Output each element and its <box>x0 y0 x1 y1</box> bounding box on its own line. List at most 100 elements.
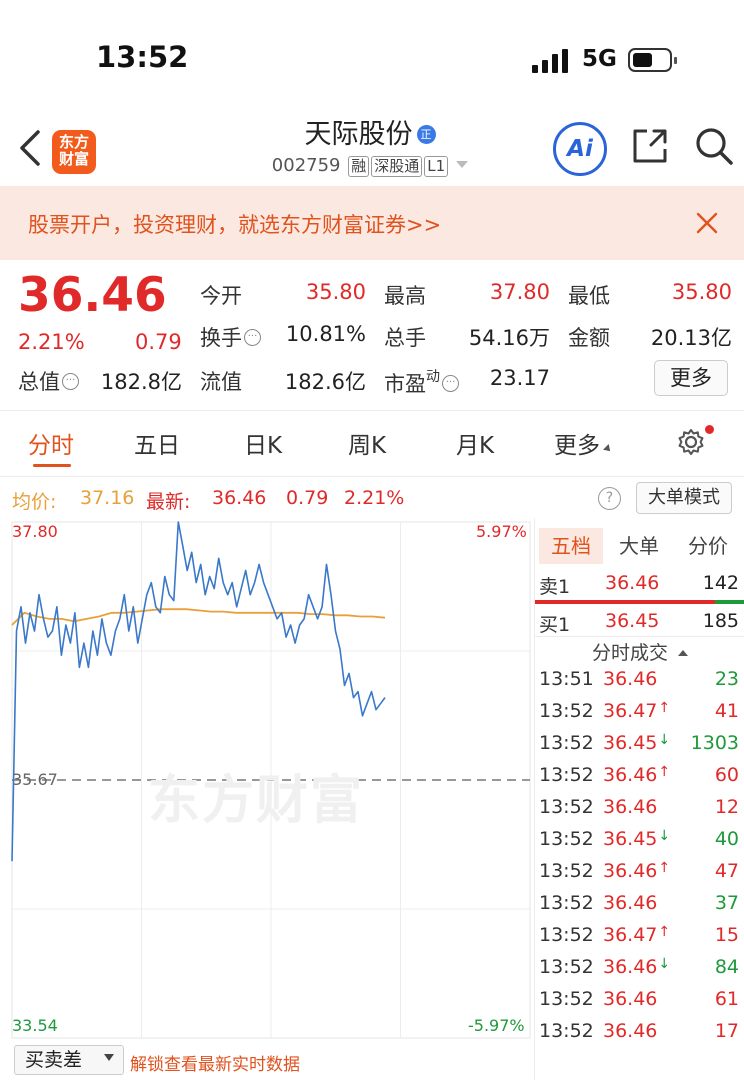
tab-big-order[interactable]: 大单 <box>607 528 671 564</box>
ai-button[interactable]: Ai <box>553 122 607 176</box>
more-button[interactable]: 更多 <box>654 360 728 396</box>
info-icon[interactable]: ··· <box>442 375 459 392</box>
bid-label: 买1 <box>539 614 571 636</box>
promo-banner[interactable]: 股票开户，投资理财，就选东方财富证券>> <box>0 186 744 260</box>
trade-volume: 23 <box>714 668 739 690</box>
divider <box>535 636 744 637</box>
latest-value: 36.46 <box>212 487 267 509</box>
volume-label: 总手 <box>384 326 426 350</box>
open-label: 今开 <box>200 284 242 308</box>
trade-volume: 1303 <box>690 732 739 754</box>
mktcap-label: 总值 ··· <box>18 366 79 396</box>
trade-price: 36.47 ↑ <box>603 700 671 722</box>
down-arrow-icon: ↓ <box>658 828 671 844</box>
connect-tag: 深股通 <box>371 156 423 177</box>
pe-value: 23.17 <box>489 366 550 390</box>
trade-volume: 61 <box>714 988 739 1010</box>
tab-monthly-k[interactable]: 月K <box>456 426 494 460</box>
unlock-link[interactable]: 解锁查看最新实时数据 <box>130 1050 300 1075</box>
tab-intraday[interactable]: 分时 <box>28 426 74 460</box>
trade-price: 36.46 <box>603 988 658 1010</box>
big-order-mode-button[interactable]: 大单模式 <box>636 482 732 514</box>
tab-five-day[interactable]: 五日 <box>134 426 180 460</box>
ask-price: 36.46 <box>605 572 660 594</box>
gear-icon[interactable] <box>676 427 706 457</box>
low-value: 35.80 <box>671 280 732 304</box>
caret-down-icon[interactable] <box>456 161 469 168</box>
trade-row: 13:52 36.46 61 <box>535 988 744 1020</box>
trade-price: 36.45 ↓ <box>603 732 671 754</box>
trade-price: 36.47 ↑ <box>603 924 671 946</box>
chart-legend: 均价: 37.16 最新: 36.46 0.79 2.21% <box>0 482 744 516</box>
chevron-left-icon[interactable] <box>18 128 42 168</box>
up-arrow-icon: ↑ <box>658 860 671 876</box>
notification-dot <box>705 425 714 434</box>
divider <box>0 476 744 477</box>
latest-label: 最新: <box>146 491 191 513</box>
help-icon[interactable]: ? <box>598 487 621 510</box>
tab-more[interactable]: 更多 <box>554 426 613 460</box>
trade-price: 36.46 <box>603 892 658 914</box>
trade-volume: 17 <box>714 1020 739 1042</box>
trade-price: 36.46 <box>603 796 658 818</box>
y-top-label: 37.80 <box>12 522 58 541</box>
tab-order-book[interactable]: 五档 <box>539 528 603 564</box>
banner-text[interactable]: 股票开户，投资理财，就选东方财富证券>> <box>28 209 441 239</box>
amount-label: 金额 <box>568 326 610 350</box>
trade-row: 13:52 36.46 ↑ 47 <box>535 860 744 892</box>
pct-top-label: 5.97% <box>476 522 527 541</box>
trade-time: 13:52 <box>539 1020 594 1042</box>
amount-value: 20.13亿 <box>650 326 732 350</box>
latest-change: 0.79 <box>286 487 329 509</box>
down-arrow-icon: ↓ <box>658 732 671 748</box>
y-mid-label: 35.67 <box>12 770 58 789</box>
info-icon[interactable]: ··· <box>62 373 79 390</box>
trade-row: 13:52 36.47 ↑ 41 <box>535 700 744 732</box>
bid-price: 36.45 <box>605 610 660 632</box>
status-time: 13:52 <box>96 40 189 74</box>
trade-volume: 15 <box>714 924 739 946</box>
trade-price: 36.46 <box>603 668 658 690</box>
brand-logo[interactable]: 东方 财富 <box>52 130 96 174</box>
trade-time: 13:51 <box>539 668 594 690</box>
tab-weekly-k[interactable]: 周K <box>348 426 386 460</box>
trade-volume: 84 <box>714 956 739 978</box>
trade-time: 13:52 <box>539 860 594 882</box>
up-arrow-icon: ↑ <box>658 924 671 940</box>
trade-time: 13:52 <box>539 764 594 786</box>
high-value: 37.80 <box>489 280 550 304</box>
stock-name: 天际股份 <box>304 119 413 150</box>
trade-price: 36.46 <box>603 1020 658 1042</box>
caret-down-icon <box>104 1054 114 1061</box>
share-icon[interactable] <box>630 126 670 166</box>
tab-daily-k[interactable]: 日K <box>244 426 282 460</box>
trade-time: 13:52 <box>539 700 594 722</box>
battery-icon <box>628 48 677 72</box>
open-value: 35.80 <box>305 280 366 304</box>
trade-row: 13:51 36.46 23 <box>535 668 744 700</box>
trade-row: 13:52 36.46 12 <box>535 796 744 828</box>
trade-row: 13:52 36.45 ↓ 1303 <box>535 732 744 764</box>
intraday-chart[interactable]: 东方财富 37.80 5.97% 35.67 33.54 -5.97% <box>0 518 534 1048</box>
info-icon[interactable]: ··· <box>244 329 261 346</box>
trade-price: 36.46 ↑ <box>603 764 671 786</box>
current-price: 36.46 <box>18 268 167 323</box>
latest-percent: 2.21% <box>344 487 405 509</box>
tab-underline <box>33 464 71 467</box>
up-arrow-icon: ↑ <box>658 700 671 716</box>
mktcap-value: 182.8亿 <box>100 370 182 394</box>
dropdown-icon <box>603 444 613 454</box>
up-arrow-icon: ↑ <box>658 764 671 780</box>
trades-header[interactable]: 分时成交 <box>535 638 744 665</box>
trade-row: 13:52 36.45 ↓ 40 <box>535 828 744 860</box>
title-block[interactable]: 天际股份正 002759 融深股通 L1 <box>230 112 510 177</box>
pe-label: 市盈动 ··· <box>384 366 459 398</box>
close-icon[interactable] <box>696 212 718 234</box>
tab-price-dist[interactable]: 分价 <box>675 528 741 564</box>
sort-up-icon <box>678 650 688 656</box>
trade-row: 13:52 36.46 37 <box>535 892 744 924</box>
trade-time: 13:52 <box>539 828 594 850</box>
trade-volume: 12 <box>714 796 739 818</box>
ask-bar <box>535 600 715 604</box>
search-icon[interactable] <box>694 126 734 166</box>
